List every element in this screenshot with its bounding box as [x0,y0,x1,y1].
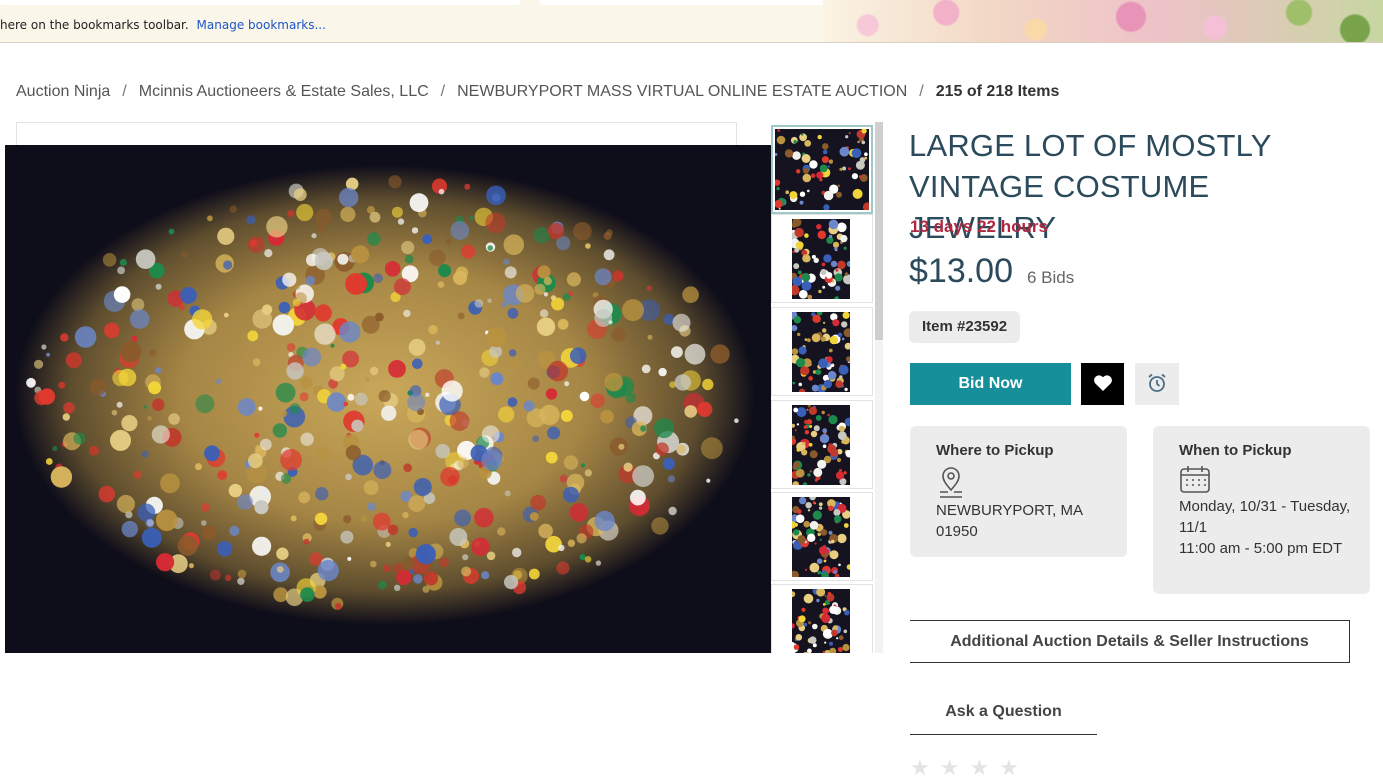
thumbnail-image [792,219,850,299]
where-to-pickup-card: Where to Pickup NEWBURYPORT, MA 01950 [910,426,1127,557]
main-item-photo[interactable] [5,145,771,653]
thumbnail-5[interactable] [771,492,873,581]
bookmarks-message: here on the bookmarks toolbar. Manage bo… [0,18,326,32]
ask-question-button[interactable]: Ask a Question [910,690,1097,735]
breadcrumb: Auction Ninja / Mcinnis Auctioneers & Esta… [16,83,1059,101]
jewelry-pile-image [5,145,771,653]
rating-stars: ★★★★ [910,755,1029,780]
thumbnail-2[interactable] [771,214,873,303]
pickup-location: NEWBURYPORT, MA 01950 [936,502,1083,540]
thumbnail-4[interactable] [771,400,873,489]
thumbnail-image [792,589,850,653]
where-to-pickup-title: Where to Pickup [936,442,1054,459]
thumbnail-1[interactable] [771,125,873,214]
breadcrumb-link-auction-ninja[interactable]: Auction Ninja [16,83,110,100]
watch-reminder-button[interactable] [1135,363,1179,405]
breadcrumb-link-auction[interactable]: NEWBURYPORT MASS VIRTUAL ONLINE ESTATE A… [457,83,907,100]
favorite-button[interactable] [1081,363,1124,405]
bid-now-button[interactable]: Bid Now [910,363,1071,405]
auction-details-button[interactable]: Additional Auction Details & Seller Inst… [910,620,1350,663]
alarm-clock-icon [1146,373,1168,397]
pickup-dates: Monday, 10/31 - Tuesday, 11/1 [1179,498,1351,536]
thumbnail-scrollbar-thumb[interactable] [875,122,883,340]
time-remaining: 13 days 22 hours [910,217,1048,236]
thumbnail-strip[interactable] [769,122,875,653]
browser-theme-floral-image [823,0,1383,42]
breadcrumb-separator: / [919,83,924,100]
thumbnail-image [792,312,850,392]
thumbnail-image [775,129,869,210]
breadcrumb-current-item: 215 of 218 Items [935,83,1060,100]
image-viewer-frame [16,122,737,147]
pickup-hours: 11:00 am - 5:00 pm EDT [1179,540,1343,557]
thumbnail-3[interactable] [771,307,873,396]
thumbnail-image [792,405,850,485]
breadcrumb-separator: / [122,83,127,100]
bid-count[interactable]: 6 Bids [1027,268,1074,288]
calendar-icon [1179,464,1211,499]
thumbnail-6[interactable] [771,584,873,653]
breadcrumb-link-auctioneer[interactable]: Mcinnis Auctioneers & Estate Sales, LLC [139,83,429,100]
breadcrumb-separator: / [440,83,446,100]
thumbnail-image [792,497,850,577]
bookmarks-toolbar: here on the bookmarks toolbar. Manage bo… [0,0,1383,43]
browser-tab-stub [0,0,520,5]
manage-bookmarks-link[interactable]: Manage bookmarks... [197,18,326,32]
heart-icon [1093,374,1113,395]
when-to-pickup-title: When to Pickup [1179,442,1292,459]
current-price: $13.00 [909,252,1013,290]
when-to-pickup-card: When to Pickup Monday, 10/31 - Tuesday, … [1153,426,1370,594]
item-number-badge: Item #23592 [909,311,1021,343]
bookmarks-message-text: here on the bookmarks toolbar. [0,18,189,32]
